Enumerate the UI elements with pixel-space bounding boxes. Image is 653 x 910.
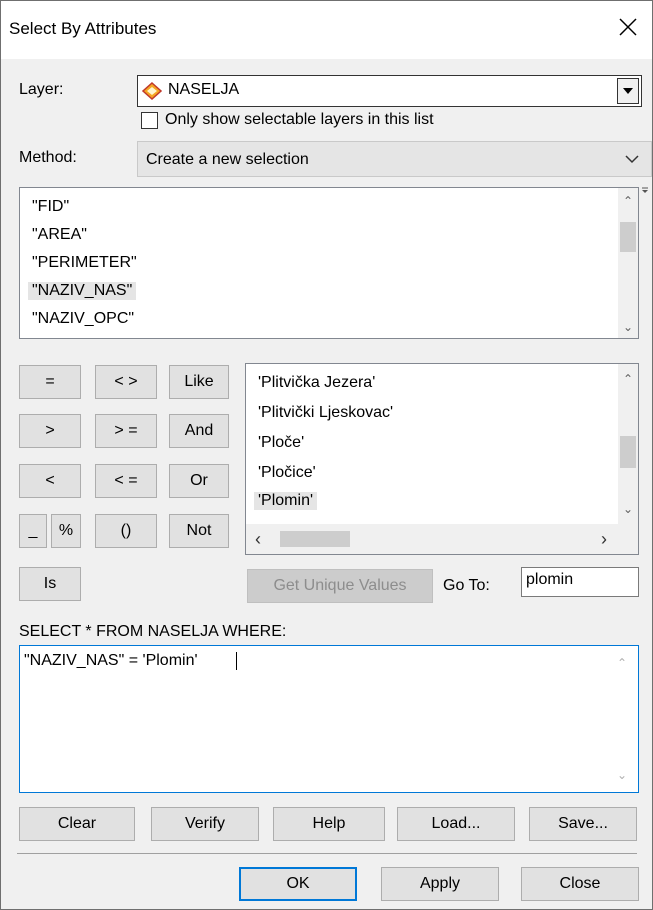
greater-equal-button[interactable]: > = [95, 414, 157, 448]
layer-combobox[interactable]: NASELJA [137, 75, 642, 107]
scroll-down-icon[interactable]: ⌄ [618, 318, 638, 336]
values-horizontal-scrollbar[interactable]: ‹ › [246, 524, 638, 554]
help-button[interactable]: Help [273, 807, 385, 841]
values-hscroll-thumb[interactable] [280, 531, 350, 547]
title-bar: Select By Attributes [1, 1, 652, 59]
parentheses-button[interactable]: () [95, 514, 157, 548]
only-selectable-label: Only show selectable layers in this list [165, 111, 434, 128]
query-expression-input[interactable]: "NAZIV_NAS" = 'Plomin' ⌃ ⌄ [19, 645, 639, 793]
query-header: SELECT * FROM NASELJA WHERE: [19, 623, 287, 640]
divider [17, 853, 637, 854]
scroll-down-icon[interactable]: ⌄ [612, 766, 632, 784]
field-item[interactable]: "AREA" [28, 226, 91, 244]
caret-down-icon [623, 88, 633, 94]
value-item[interactable]: 'Plitvički Ljeskovac' [254, 404, 397, 422]
field-item[interactable]: "NAZIV_OPC" [28, 310, 138, 328]
underscore-button[interactable]: _ [19, 514, 47, 548]
like-button[interactable]: Like [169, 365, 229, 399]
not-button[interactable]: Not [169, 514, 229, 548]
field-item[interactable]: "FID" [28, 198, 73, 216]
chevron-down-icon [625, 155, 639, 164]
values-scroll-thumb[interactable] [620, 436, 636, 468]
less-button[interactable]: < [19, 464, 81, 498]
close-button[interactable]: Close [521, 867, 639, 901]
field-item[interactable]: "PERIMETER" [28, 254, 141, 272]
method-label: Method: [19, 149, 77, 166]
goto-label: Go To: [443, 577, 490, 594]
save-button[interactable]: Save... [529, 807, 637, 841]
verify-button[interactable]: Verify [151, 807, 259, 841]
values-vertical-scrollbar[interactable]: ⌃ ⌄ [618, 364, 638, 524]
method-combobox[interactable]: Create a new selection [137, 141, 652, 177]
polygon-layer-icon [142, 82, 162, 100]
ok-button[interactable]: OK [239, 867, 357, 901]
unique-values-list[interactable]: 'Plitvička Jezera' 'Plitvički Ljeskovac'… [245, 363, 639, 555]
load-button[interactable]: Load... [397, 807, 515, 841]
value-item[interactable]: 'Ploče' [254, 434, 308, 452]
is-button[interactable]: Is [19, 567, 81, 601]
get-unique-values-button[interactable]: Get Unique Values [247, 569, 433, 603]
percent-button[interactable]: % [51, 514, 81, 548]
greater-button[interactable]: > [19, 414, 81, 448]
select-by-attributes-dialog: Select By Attributes Layer: NASELJA Only… [0, 0, 653, 910]
scroll-up-icon[interactable]: ⌃ [618, 370, 638, 388]
scroll-up-icon[interactable]: ⌃ [618, 192, 638, 210]
fields-scrollbar[interactable]: ⌃ ⌄ [618, 188, 638, 338]
layer-label: Layer: [19, 81, 64, 98]
value-item[interactable]: 'Plitvička Jezera' [254, 374, 379, 392]
dialog-title: Select By Attributes [9, 19, 157, 38]
equals-button[interactable]: = [19, 365, 81, 399]
query-expression: "NAZIV_NAS" = 'Plomin' [24, 652, 198, 669]
goto-value: plomin [526, 571, 574, 588]
scroll-up-icon[interactable]: ⌃ [612, 654, 632, 672]
scroll-right-icon[interactable]: › [596, 529, 612, 549]
layer-dropdown-button[interactable] [617, 78, 639, 104]
value-item-selected[interactable]: 'Plomin' [254, 492, 318, 510]
list-options-icon[interactable] [641, 187, 649, 195]
fields-scroll-thumb[interactable] [620, 222, 636, 252]
goto-input[interactable]: plomin [521, 567, 639, 597]
or-button[interactable]: Or [169, 464, 229, 498]
not-equals-button[interactable]: < > [95, 365, 157, 399]
scroll-left-icon[interactable]: ‹ [250, 529, 266, 549]
field-item-selected[interactable]: "NAZIV_NAS" [28, 282, 137, 300]
clear-button[interactable]: Clear [19, 807, 135, 841]
fields-list[interactable]: "FID" "AREA" "PERIMETER" "NAZIV_NAS" "NA… [19, 187, 639, 339]
apply-button[interactable]: Apply [381, 867, 499, 901]
only-selectable-checkbox[interactable] [141, 112, 158, 129]
less-equal-button[interactable]: < = [95, 464, 157, 498]
value-item[interactable]: 'Pločice' [254, 464, 320, 482]
close-icon[interactable] [614, 13, 642, 41]
and-button[interactable]: And [169, 414, 229, 448]
method-value: Create a new selection [146, 151, 309, 168]
scroll-down-icon[interactable]: ⌄ [618, 500, 638, 518]
text-caret [236, 652, 237, 670]
layer-value: NASELJA [168, 81, 240, 98]
